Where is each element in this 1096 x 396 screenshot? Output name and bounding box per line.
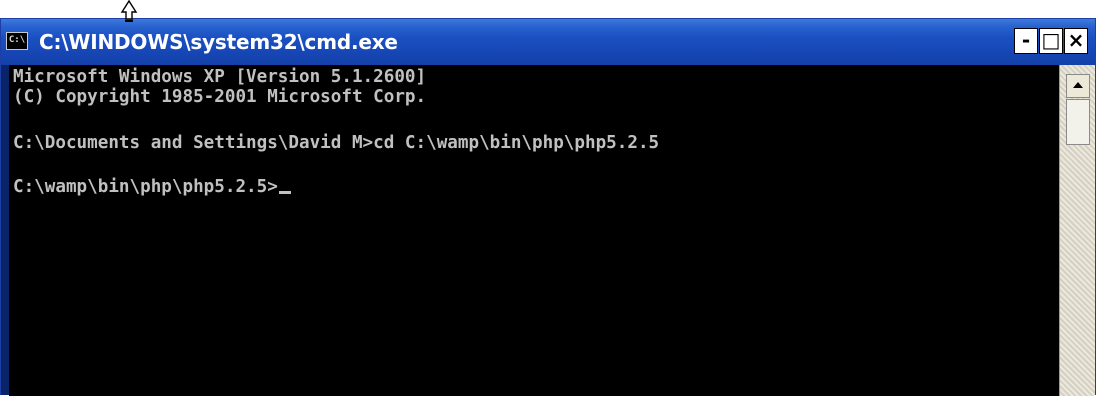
console-line: Microsoft Windows XP [Version 5.1.2600] xyxy=(13,67,427,87)
scroll-up-arrow-icon xyxy=(1073,82,1083,88)
text-cursor xyxy=(278,191,291,194)
mouse-cursor-icon xyxy=(120,0,138,22)
title-bar[interactable]: C:\ C:\WINDOWS\system32\cmd.exe - □ × xyxy=(1,19,1095,65)
minimize-button[interactable]: - xyxy=(1014,28,1038,54)
close-button[interactable]: × xyxy=(1064,28,1088,54)
console-output[interactable]: Microsoft Windows XP [Version 5.1.2600] … xyxy=(9,65,1059,396)
console-line: C:\Documents and Settings\David M>cd C:\… xyxy=(13,133,660,153)
maximize-button[interactable]: □ xyxy=(1039,28,1063,54)
window-title: C:\WINDOWS\system32\cmd.exe xyxy=(39,30,398,54)
console-line: (C) Copyright 1985-2001 Microsoft Corp. xyxy=(13,87,427,107)
scroll-up-button[interactable] xyxy=(1066,74,1090,98)
scroll-thumb[interactable] xyxy=(1066,99,1090,145)
console-prompt: C:\wamp\bin\php\php5.2.5> xyxy=(13,177,278,197)
cmd-window: C:\ C:\WINDOWS\system32\cmd.exe - □ × Mi… xyxy=(0,18,1096,396)
console-prompt-line: C:\wamp\bin\php\php5.2.5> xyxy=(13,177,291,197)
cmd-console-icon[interactable]: C:\ xyxy=(6,32,28,50)
vertical-scrollbar[interactable] xyxy=(1059,65,1095,396)
